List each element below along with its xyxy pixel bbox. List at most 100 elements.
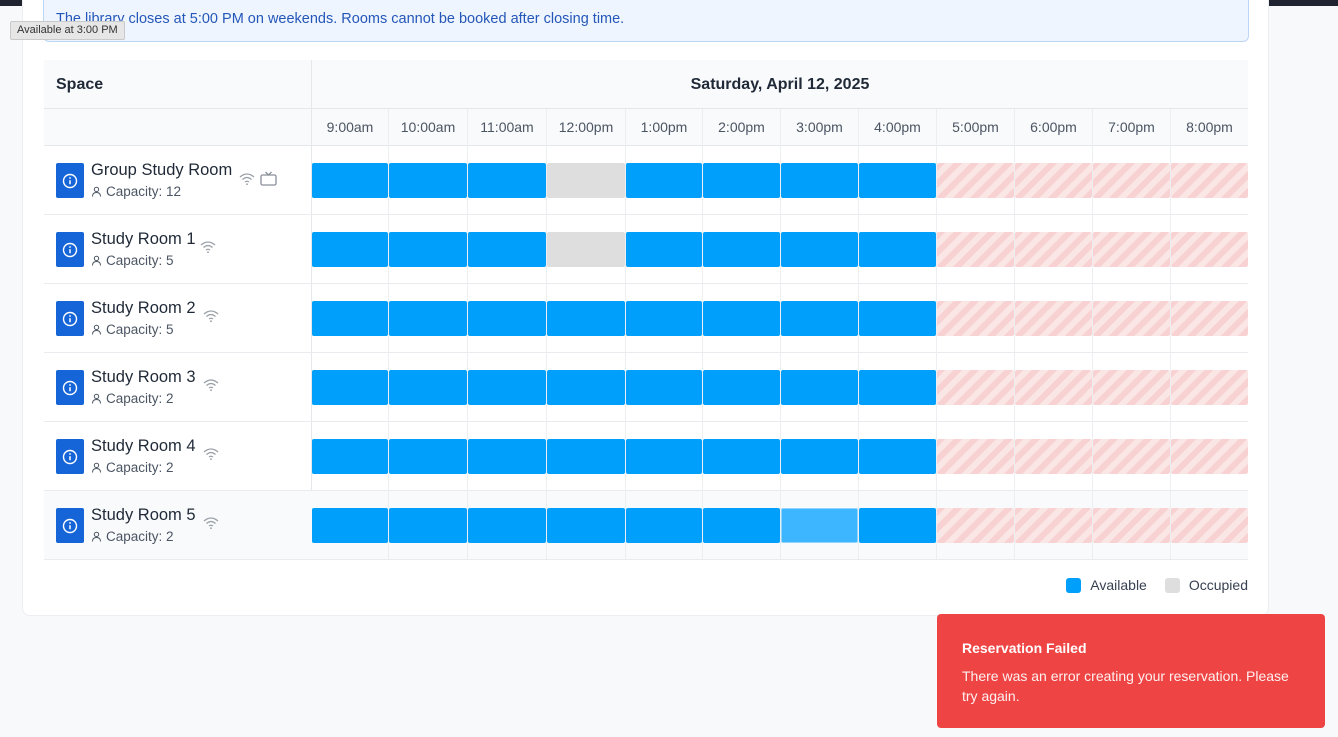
time-slot-available[interactable]	[703, 232, 780, 267]
time-slot-closed	[1015, 370, 1092, 405]
hour-label: 10:00am	[400, 119, 456, 135]
room-amenities	[203, 516, 219, 530]
time-slot-available[interactable]	[703, 508, 780, 543]
time-slot-available[interactable]	[389, 370, 467, 405]
time-slot-available[interactable]	[781, 508, 858, 543]
room-info-button[interactable]	[56, 370, 84, 405]
wifi-icon	[239, 172, 255, 186]
wifi-icon	[203, 516, 219, 530]
hour-label: 5:00pm	[952, 119, 999, 135]
time-slot-closed	[1093, 301, 1170, 336]
capacity-text: Capacity: 5	[106, 253, 174, 268]
time-slot-available[interactable]	[626, 370, 702, 405]
time-slot-available[interactable]	[468, 163, 546, 198]
time-slot-available[interactable]	[312, 370, 388, 405]
time-slot-available[interactable]	[781, 301, 858, 336]
time-slot-available[interactable]	[626, 163, 702, 198]
hour-divider	[388, 109, 389, 559]
room-info-button[interactable]	[56, 439, 84, 474]
grid-header: Space Saturday, April 12, 2025	[44, 60, 1248, 109]
time-slot-available[interactable]	[781, 439, 858, 474]
hour-label: 7:00pm	[1108, 119, 1155, 135]
time-slot-available[interactable]	[781, 163, 858, 198]
room-row: Study Room 5 Capacity: 2	[44, 491, 1248, 560]
time-slot-available[interactable]	[781, 370, 858, 405]
time-slot-available[interactable]	[312, 232, 388, 267]
time-slot-closed	[937, 508, 1014, 543]
time-slot-available[interactable]	[389, 163, 467, 198]
time-slot-available[interactable]	[312, 508, 388, 543]
time-slot-available[interactable]	[312, 439, 388, 474]
time-slot-available[interactable]	[703, 370, 780, 405]
time-slot-available[interactable]	[468, 232, 546, 267]
time-slot-available[interactable]	[389, 301, 467, 336]
error-toast[interactable]: Reservation Failed There was an error cr…	[937, 614, 1325, 728]
time-slot-closed	[1171, 163, 1248, 198]
room-amenities	[203, 309, 219, 323]
time-slot-closed	[1171, 439, 1248, 474]
room-capacity: Capacity: 2	[91, 529, 174, 544]
time-slot-available[interactable]	[859, 232, 936, 267]
toast-message: There was an error creating your reserva…	[962, 668, 1289, 704]
room-capacity: Capacity: 12	[91, 184, 181, 199]
hour-label: 8:00pm	[1186, 119, 1233, 135]
time-slot-closed	[937, 370, 1014, 405]
legend-occupied: Occupied	[1164, 577, 1248, 593]
slot-tooltip: Available at 3:00 PM	[10, 21, 125, 40]
time-slot-available[interactable]	[859, 370, 936, 405]
time-slot-closed	[1171, 370, 1248, 405]
legend-available: Available	[1066, 577, 1147, 593]
time-slot-available[interactable]	[312, 301, 388, 336]
room-info-button[interactable]	[56, 163, 84, 198]
time-slot-available[interactable]	[703, 439, 780, 474]
hour-divider	[780, 109, 781, 559]
time-slot-closed	[1171, 232, 1248, 267]
time-slot-available[interactable]	[859, 508, 936, 543]
time-slot-available[interactable]	[626, 439, 702, 474]
time-slot-available[interactable]	[547, 370, 625, 405]
time-slot-closed	[1093, 370, 1170, 405]
room-row: Study Room 2 Capacity: 5	[44, 284, 1248, 353]
hour-divider	[702, 109, 703, 559]
time-slot-available[interactable]	[859, 301, 936, 336]
room-capacity: Capacity: 5	[91, 253, 174, 268]
time-slot-available[interactable]	[547, 508, 625, 543]
room-name: Study Room 5	[91, 506, 196, 524]
time-slot-occupied	[547, 232, 625, 267]
time-slot-available[interactable]	[468, 508, 546, 543]
info-icon	[62, 518, 78, 534]
hour-label: 9:00am	[326, 119, 374, 135]
time-slot-available[interactable]	[389, 508, 467, 543]
time-slot-available[interactable]	[626, 508, 702, 543]
capacity-text: Capacity: 2	[106, 529, 174, 544]
wifi-icon	[203, 309, 219, 323]
time-slot-available[interactable]	[468, 439, 546, 474]
time-slot-available[interactable]	[626, 301, 702, 336]
time-slot-available[interactable]	[468, 370, 546, 405]
time-slot-available[interactable]	[389, 439, 467, 474]
room-info-button[interactable]	[56, 301, 84, 336]
hour-label: 11:00am	[480, 119, 534, 135]
person-icon	[91, 531, 102, 542]
info-icon	[62, 380, 78, 396]
time-slot-available[interactable]	[389, 232, 467, 267]
time-slot-closed	[1171, 301, 1248, 336]
room-amenities	[239, 171, 277, 186]
time-slot-available[interactable]	[312, 163, 388, 198]
room-name: Study Room 4	[91, 437, 196, 455]
room-info-button[interactable]	[56, 508, 84, 543]
time-slot-available[interactable]	[468, 301, 546, 336]
hour-divider	[1092, 109, 1093, 559]
time-slot-available[interactable]	[703, 163, 780, 198]
person-icon	[91, 462, 102, 473]
info-icon	[62, 311, 78, 327]
hour-label: 12:00pm	[558, 119, 614, 135]
time-slot-available[interactable]	[781, 232, 858, 267]
time-slot-available[interactable]	[626, 232, 702, 267]
time-slot-available[interactable]	[859, 439, 936, 474]
time-slot-available[interactable]	[547, 301, 625, 336]
room-info-button[interactable]	[56, 232, 84, 267]
time-slot-available[interactable]	[859, 163, 936, 198]
time-slot-available[interactable]	[703, 301, 780, 336]
time-slot-available[interactable]	[547, 439, 625, 474]
